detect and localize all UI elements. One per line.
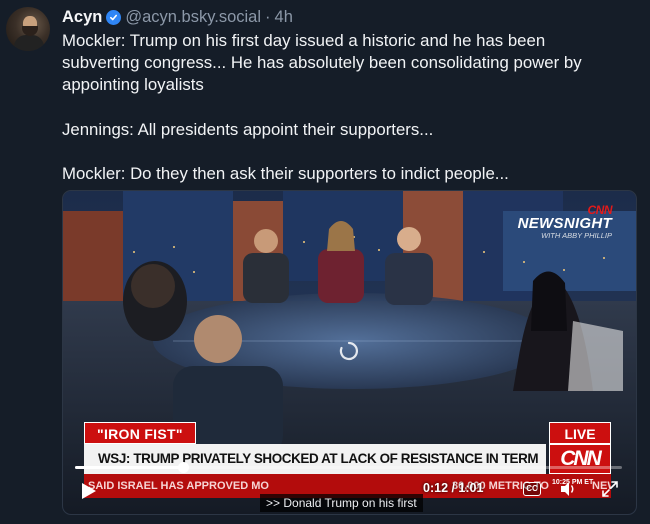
cnn-bug: CNN <box>549 444 611 474</box>
post-paragraph: Jennings: All presidents appoint their s… <box>62 119 434 139</box>
post-paragraph: Mockler: Do they then ask their supporte… <box>62 163 509 183</box>
logo-show: NEWSNIGHT <box>517 215 612 232</box>
post-header: Acyn @acyn.bsky.social · 4h <box>62 6 293 28</box>
chyron-headline: WSJ: TRUMP PRIVATELY SHOCKED AT LACK OF … <box>84 444 546 474</box>
chyron-tag: "IRON FIST" <box>84 422 196 444</box>
progress-scrubber[interactable] <box>177 462 189 473</box>
ticker-text: SAID ISRAEL HAS APPROVED MO <box>88 480 269 492</box>
post-text: Mockler: Trump on his first day issued a… <box>62 30 622 207</box>
video-player[interactable]: CNN NEWSNIGHT WITH ABBY PHILLIP "IRON FI… <box>62 190 637 515</box>
logo-subtitle: WITH ABBY PHILLIP <box>541 231 612 240</box>
loading-spinner-icon <box>339 341 358 361</box>
verified-badge-icon <box>106 9 122 25</box>
author-handle[interactable]: @acyn.bsky.social <box>125 8 261 27</box>
play-icon[interactable] <box>77 480 99 502</box>
progress-fill <box>75 466 183 469</box>
live-badge: LIVE <box>549 422 611 444</box>
author-avatar[interactable] <box>6 7 50 51</box>
fullscreen-icon[interactable] <box>601 480 619 498</box>
author-name[interactable]: Acyn <box>62 8 102 27</box>
closed-caption-text: >> Donald Trump on his first <box>260 494 423 512</box>
closed-captions-icon[interactable]: CC <box>523 482 541 496</box>
network-logo: CNN NEWSNIGHT WITH ABBY PHILLIP <box>517 203 613 240</box>
volume-icon[interactable] <box>559 481 577 497</box>
video-progress-bar[interactable] <box>75 462 622 473</box>
post-paragraph: Mockler: Trump on his first day issued a… <box>62 31 582 95</box>
separator-dot: · <box>265 7 271 26</box>
post-timestamp[interactable]: 4h <box>275 8 293 27</box>
video-timecode: 0:12 / 1:01 <box>423 481 484 495</box>
